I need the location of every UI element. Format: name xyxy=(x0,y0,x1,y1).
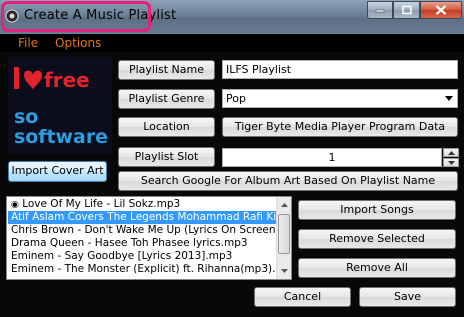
chevron-up-icon xyxy=(448,151,455,155)
song-list-item[interactable]: Eminem - The Monster (Explicit) ft. Riha… xyxy=(8,263,278,276)
chevron-up-icon xyxy=(281,203,288,207)
title-highlight-box xyxy=(1,1,151,32)
maximize-icon xyxy=(401,5,412,15)
music-note-icon: ◉ xyxy=(11,200,19,210)
song-list-item-selected[interactable]: Atif Aslam Covers The Legends Mohammad R… xyxy=(8,211,278,224)
spin-up-button[interactable] xyxy=(443,148,459,157)
spin-down-button[interactable] xyxy=(443,158,459,167)
search-google-album-art-button[interactable]: Search Google For Album Art Based On Pla… xyxy=(118,171,458,191)
maximize-button[interactable] xyxy=(393,1,420,19)
location-label-button[interactable]: Location xyxy=(118,117,215,137)
scroll-up-button[interactable] xyxy=(278,198,291,212)
song-list[interactable]: ◉ Love Of My Life - Lil Sokz.mp3 Atif As… xyxy=(6,196,292,280)
import-songs-button[interactable]: Import Songs xyxy=(298,200,456,220)
import-cover-art-button[interactable]: Import Cover Art xyxy=(8,161,107,182)
chevron-down-icon xyxy=(281,269,288,273)
playlist-slot-label-button[interactable]: Playlist Slot xyxy=(118,147,215,167)
playlist-slot-spinner xyxy=(443,148,459,167)
menu-file[interactable]: File xyxy=(18,36,38,50)
close-icon xyxy=(435,5,447,15)
minimize-button[interactable] xyxy=(367,1,393,19)
svg-text:so: so xyxy=(14,106,38,128)
menu-options[interactable]: Options xyxy=(55,36,101,50)
chevron-down-icon xyxy=(448,161,455,165)
list-scrollbar[interactable] xyxy=(276,197,291,279)
close-button[interactable] xyxy=(420,1,462,19)
logo-text-top: free xyxy=(44,68,90,92)
remove-all-button[interactable]: Remove All xyxy=(298,258,456,278)
logo: free so software xyxy=(8,57,112,154)
remove-selected-button[interactable]: Remove Selected xyxy=(298,229,456,249)
playlist-name-label-button[interactable]: Playlist Name xyxy=(118,60,215,80)
logo-text-bottom: software xyxy=(14,126,108,148)
location-value-button[interactable]: Tiger Byte Media Player Program Data xyxy=(222,117,458,137)
logo-image: free so software xyxy=(8,57,112,154)
save-button[interactable]: Save xyxy=(359,287,456,307)
scroll-thumb[interactable] xyxy=(278,214,290,254)
chevron-down-icon xyxy=(445,96,453,101)
playlist-genre-value: Pop xyxy=(226,92,246,105)
cancel-button[interactable]: Cancel xyxy=(254,287,351,307)
minimize-icon xyxy=(375,9,385,13)
song-list-item[interactable]: Drama Queen - Hasee Toh Phasee lyrics.mp… xyxy=(8,237,278,250)
scroll-down-button[interactable] xyxy=(278,264,291,278)
app-window: Create A Music Playlist File Options fre… xyxy=(0,0,464,317)
title-bar[interactable]: Create A Music Playlist xyxy=(0,0,464,34)
song-list-item[interactable]: Eminem - Say Goodbye [Lyrics 2013].mp3 xyxy=(8,250,278,263)
song-list-item[interactable]: Chris Brown - Don't Wake Me Up (Lyrics O… xyxy=(8,224,278,237)
playlist-name-input[interactable]: ILFS Playlist xyxy=(222,60,458,79)
playlist-genre-label-button[interactable]: Playlist Genre xyxy=(118,89,215,109)
menu-bar: File Options xyxy=(0,34,464,52)
playlist-slot-stepper[interactable]: 1 xyxy=(222,148,442,167)
playlist-genre-dropdown[interactable]: Pop xyxy=(222,89,458,108)
song-list-item[interactable]: ◉ Love Of My Life - Lil Sokz.mp3 xyxy=(8,198,278,211)
